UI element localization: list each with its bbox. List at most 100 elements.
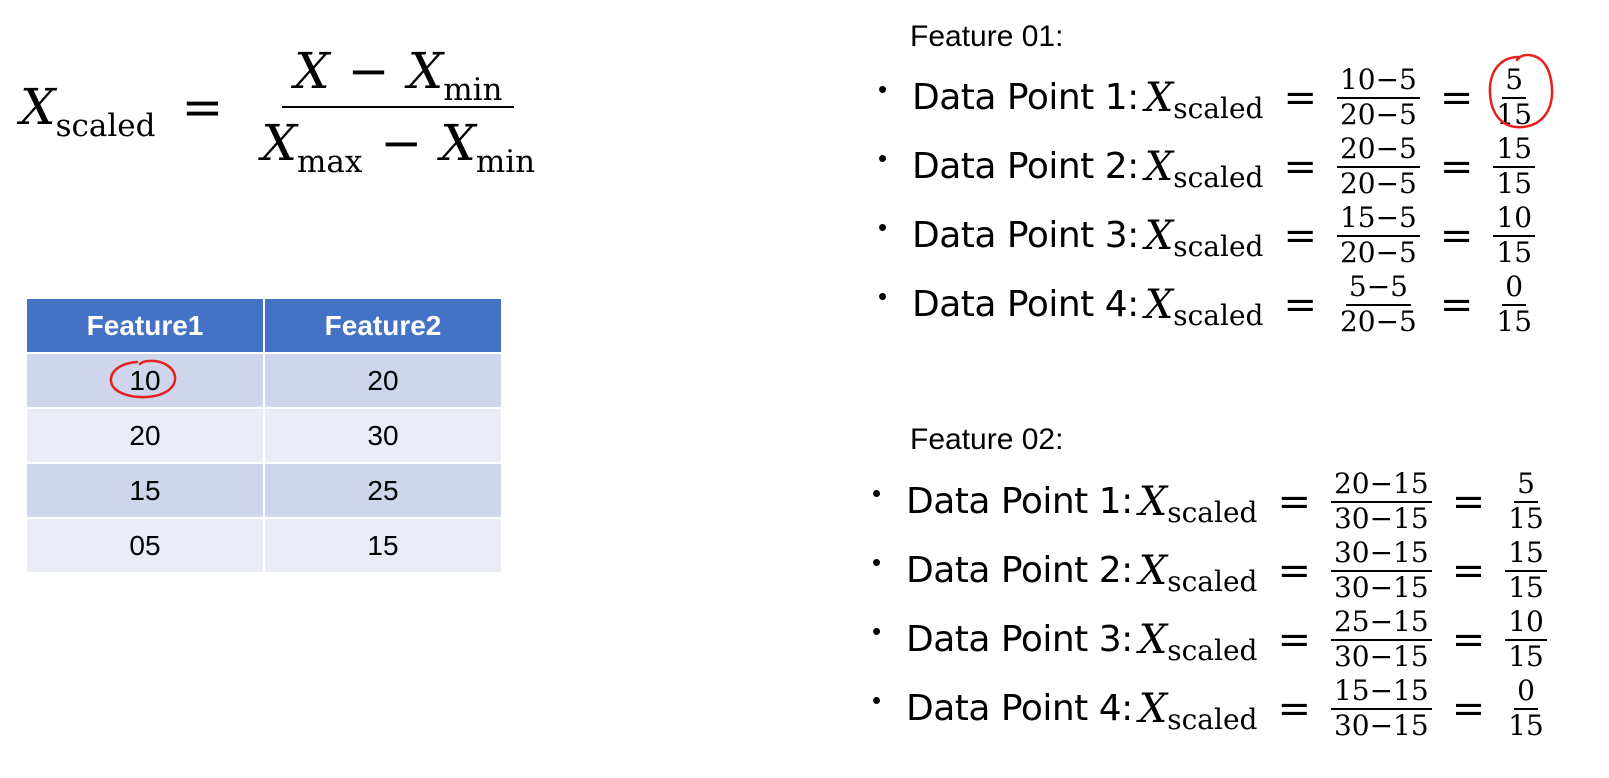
data-point-equation: Xscaled = 20−5 20−5 = 15 15 xyxy=(1144,134,1536,200)
equation-equals-2: = xyxy=(1451,478,1486,525)
formula-equals: = xyxy=(181,78,224,136)
result-denominator: 15 xyxy=(1508,501,1544,535)
data-point-item: • Data Point 4: Xscaled = 15−15 30−15 = … xyxy=(872,674,1547,743)
feature01-heading: Feature 01: xyxy=(910,20,1064,53)
result-fraction: 15 15 xyxy=(1505,538,1547,602)
table-cell: 30 xyxy=(263,407,503,464)
formula-num-minus: − xyxy=(347,42,390,100)
bullet-icon: • xyxy=(878,212,888,242)
fraction-numerator: 20−15 xyxy=(1330,469,1432,503)
min-max-formula: Xscaled = X − Xmin Xmax − Xmin xyxy=(20,42,547,180)
equation-sub: scaled xyxy=(1167,495,1258,529)
fraction-numerator: 25−15 xyxy=(1330,607,1432,641)
data-point-label: Data Point 4: xyxy=(906,688,1133,729)
equation-var: X xyxy=(1144,143,1174,190)
formula-den-sub: max xyxy=(296,143,363,180)
result-denominator: 15 xyxy=(1508,639,1544,673)
result-wrapper: 5 15 xyxy=(1505,469,1547,535)
result-numerator: 10 xyxy=(1505,607,1547,641)
result-fraction: 15 15 xyxy=(1493,134,1536,200)
formula-num-sub-var: X xyxy=(407,42,444,100)
data-point-label: Data Point 1: xyxy=(912,77,1139,118)
table-cell: 05 xyxy=(25,517,265,574)
formula-lhs-var: X xyxy=(20,78,56,136)
result-fraction: 5 15 xyxy=(1505,469,1547,535)
result-wrapper: 0 15 xyxy=(1505,676,1547,742)
formula-den-var: X xyxy=(261,114,297,172)
data-point-label: Data Point 3: xyxy=(906,619,1133,660)
formula-numerator: X − Xmin xyxy=(282,42,515,108)
equation-equals-2: = xyxy=(1439,74,1474,121)
formula-denominator: Xmax − Xmin xyxy=(249,108,547,180)
equation-fraction: 5−5 20−5 xyxy=(1337,272,1420,337)
formula-num-sub: min xyxy=(443,71,503,108)
table-cell: 20 xyxy=(25,407,265,464)
bullet-icon: • xyxy=(872,616,882,646)
table-row: 20 30 xyxy=(25,407,503,464)
equation-sub: scaled xyxy=(1173,91,1264,125)
result-wrapper: 15 15 xyxy=(1505,538,1547,602)
result-numerator: 15 xyxy=(1493,134,1536,168)
equation-equals-2: = xyxy=(1439,143,1474,190)
fraction-denominator: 20−5 xyxy=(1339,166,1417,200)
result-numerator: 10 xyxy=(1493,203,1536,237)
fraction-numerator: 15−15 xyxy=(1330,676,1432,710)
result-denominator: 15 xyxy=(1496,166,1533,200)
result-wrapper: 15 15 xyxy=(1493,134,1536,200)
equation-equals: = xyxy=(1283,74,1317,121)
data-point-label: Data Point 3: xyxy=(912,215,1139,256)
data-point-equation: Xscaled = 25−15 30−15 = 10 15 xyxy=(1139,607,1547,671)
feature02-heading: Feature 02: xyxy=(910,423,1064,456)
data-point-item: • Data Point 2: Xscaled = 20−5 20−5 = 15… xyxy=(878,132,1536,201)
result-denominator: 15 xyxy=(1508,708,1544,742)
equation-var: X xyxy=(1138,478,1168,525)
fraction-denominator: 30−15 xyxy=(1333,501,1429,535)
fraction-numerator: 15−5 xyxy=(1336,203,1420,237)
equation-sub: scaled xyxy=(1167,564,1258,598)
equation-sub: scaled xyxy=(1167,702,1258,736)
fraction-numerator: 20−5 xyxy=(1336,134,1420,168)
equation-sub: scaled xyxy=(1173,298,1264,332)
data-point-equation: Xscaled = 15−15 30−15 = 0 15 xyxy=(1139,676,1547,742)
data-point-equation: Xscaled = 20−15 30−15 = 5 15 xyxy=(1138,469,1547,535)
circled-value: 10 xyxy=(110,359,177,398)
red-circle-annotation xyxy=(1489,54,1554,129)
data-point-item: • Data Point 3: Xscaled = 15−5 20−5 = 10… xyxy=(878,201,1536,270)
equation-equals-2: = xyxy=(1439,281,1474,328)
equation-equals: = xyxy=(1277,478,1311,525)
equation-var: X xyxy=(1144,281,1174,328)
equation-var: X xyxy=(1144,212,1174,259)
table-cell: 20 xyxy=(263,352,503,409)
data-point-equation: Xscaled = 15−5 20−5 = 10 15 xyxy=(1144,203,1536,269)
equation-fraction: 20−5 20−5 xyxy=(1336,134,1420,200)
red-circle-annotation xyxy=(110,359,177,398)
formula-fraction: X − Xmin Xmax − Xmin xyxy=(249,42,547,180)
result-fraction: 10 15 xyxy=(1505,607,1547,671)
table-header-row: Feature1 Feature2 xyxy=(25,297,503,354)
result-denominator: 15 xyxy=(1508,570,1544,604)
fraction-numerator: 10−5 xyxy=(1336,65,1420,99)
table-header-feature2: Feature2 xyxy=(263,297,503,354)
bullet-icon: • xyxy=(872,478,882,508)
result-wrapper: 10 15 xyxy=(1493,203,1536,267)
result-numerator: 5 xyxy=(1514,469,1538,503)
equation-equals: = xyxy=(1283,143,1317,190)
equation-equals: = xyxy=(1277,547,1311,594)
equation-var: X xyxy=(1138,547,1168,594)
bullet-icon: • xyxy=(872,547,882,577)
equation-sub: scaled xyxy=(1173,229,1264,263)
result-wrapper: 10 15 xyxy=(1505,607,1547,671)
bullet-icon: • xyxy=(872,685,882,715)
table-row: 10 20 xyxy=(25,352,503,409)
data-point-label: Data Point 2: xyxy=(906,550,1133,591)
equation-fraction: 25−15 30−15 xyxy=(1330,607,1432,673)
fraction-numerator: 30−15 xyxy=(1330,538,1432,572)
fraction-denominator: 30−15 xyxy=(1333,639,1429,673)
table-cell: 15 xyxy=(25,462,265,519)
fraction-denominator: 20−5 xyxy=(1339,235,1417,269)
equation-fraction: 30−15 30−15 xyxy=(1330,538,1432,602)
result-denominator: 15 xyxy=(1496,304,1533,338)
formula-lhs-sub: scaled xyxy=(55,107,156,144)
equation-equals: = xyxy=(1277,616,1311,663)
data-point-label: Data Point 4: xyxy=(912,284,1139,325)
